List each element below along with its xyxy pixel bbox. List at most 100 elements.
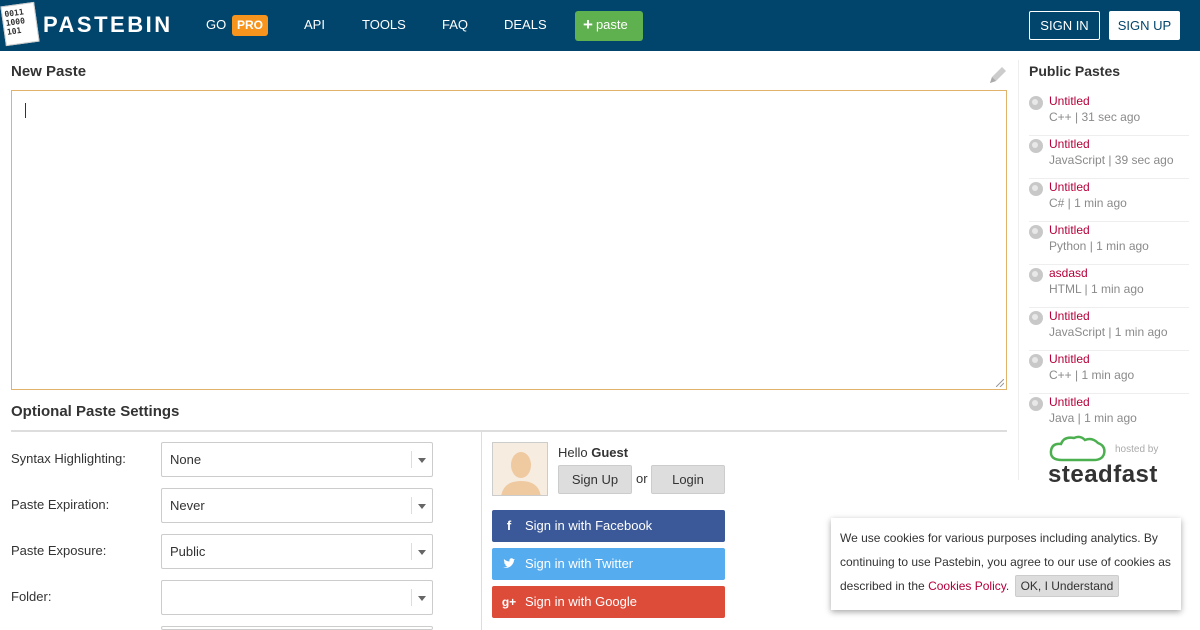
public-paste-meta: C++ | 31 sec ago <box>1049 110 1141 124</box>
public-paste-title[interactable]: Untitled <box>1049 352 1090 366</box>
globe-icon <box>1029 397 1043 411</box>
steadfast-cloud-icon[interactable] <box>1048 434 1108 464</box>
globe-icon <box>1029 268 1043 282</box>
guest-name: Guest <box>591 445 629 460</box>
public-paste-meta: JavaScript | 1 min ago <box>1049 325 1168 339</box>
public-paste-title[interactable]: Untitled <box>1049 223 1090 237</box>
globe-icon <box>1029 225 1043 239</box>
hosted-by-text: hosted by <box>1115 444 1159 455</box>
nav-tools[interactable]: TOOLS <box>362 17 406 32</box>
cookie-ok-button[interactable]: OK, I Understand <box>1014 575 1120 597</box>
select-separator <box>411 543 412 560</box>
cookie-text-end: . <box>1005 579 1010 593</box>
or-text: or <box>636 471 648 486</box>
nav-api[interactable]: API <box>304 17 325 32</box>
public-paste-title[interactable]: Untitled <box>1049 309 1090 323</box>
cookie-notice: We use cookies for various purposes incl… <box>831 518 1181 610</box>
public-paste-meta: C++ | 1 min ago <box>1049 368 1135 382</box>
pastebin-logo-text[interactable]: PASTEBIN <box>43 12 173 38</box>
new-paste-button[interactable]: + paste <box>575 11 643 41</box>
hello-text: Hello <box>558 445 588 460</box>
syntax-select[interactable]: None <box>161 442 433 477</box>
public-paste-meta: Java | 1 min ago <box>1049 411 1137 425</box>
guest-avatar <box>492 442 548 496</box>
optional-settings-title: Optional Paste Settings <box>11 403 180 420</box>
expiration-label: Paste Expiration: <box>11 497 110 512</box>
sidebar-divider <box>1018 60 1019 480</box>
public-paste-meta: HTML | 1 min ago <box>1049 282 1144 296</box>
new-paste-title: New Paste <box>11 63 87 80</box>
exposure-select[interactable]: Public <box>161 534 433 569</box>
google-plus-icon: g+ <box>501 595 517 609</box>
twitter-icon <box>503 558 515 568</box>
folder-select[interactable] <box>161 580 433 615</box>
google-label: Sign in with Google <box>525 594 638 609</box>
plus-icon: + <box>583 15 593 34</box>
public-paste-title[interactable]: Untitled <box>1049 94 1090 108</box>
exposure-label: Paste Exposure: <box>11 543 107 558</box>
public-paste-title[interactable]: Untitled <box>1049 137 1090 151</box>
cookies-policy-link[interactable]: Cookies Policy <box>928 579 1006 593</box>
chevron-down-icon <box>418 504 426 509</box>
pastebin-logo-icon[interactable]: 0011 1000 101 <box>0 1 40 47</box>
public-paste-meta: JavaScript | 39 sec ago <box>1049 153 1174 167</box>
guest-login-button[interactable]: Login <box>651 465 725 494</box>
expiration-select-value: Never <box>170 498 205 513</box>
next-setting-select[interactable] <box>161 626 433 630</box>
public-paste-item[interactable]: Untitled Java | 1 min ago <box>1029 394 1189 437</box>
exposure-select-value: Public <box>170 544 206 559</box>
chevron-down-icon <box>418 458 426 463</box>
nav-pro-badge[interactable]: PRO <box>232 15 268 36</box>
globe-icon <box>1029 96 1043 110</box>
public-paste-meta: Python | 1 min ago <box>1049 239 1149 253</box>
public-paste-title[interactable]: Untitled <box>1049 180 1090 194</box>
new-paste-label: paste <box>595 17 628 32</box>
globe-icon <box>1029 354 1043 368</box>
paste-textarea[interactable] <box>11 90 1007 390</box>
resize-handle-icon[interactable] <box>996 379 1004 387</box>
guest-sign-up-button[interactable]: Sign Up <box>558 465 632 494</box>
public-paste-item[interactable]: Untitled C# | 1 min ago <box>1029 179 1189 222</box>
public-paste-meta: C# | 1 min ago <box>1049 196 1127 210</box>
user-silhouette-icon <box>493 443 547 495</box>
facebook-label: Sign in with Facebook <box>525 518 653 533</box>
sign-up-button[interactable]: SIGN UP <box>1109 11 1180 40</box>
public-pastes-title: Public Pastes <box>1029 63 1121 79</box>
sign-in-button[interactable]: SIGN IN <box>1029 11 1100 40</box>
public-paste-item[interactable]: asdasd HTML | 1 min ago <box>1029 265 1189 308</box>
public-paste-title[interactable]: asdasd <box>1049 266 1088 280</box>
pencil-icon[interactable] <box>987 64 1009 86</box>
select-separator <box>411 589 412 606</box>
top-header: 0011 1000 101 PASTEBIN GO PRO API TOOLS … <box>0 0 1200 51</box>
public-paste-item[interactable]: Untitled C++ | 31 sec ago <box>1029 93 1189 136</box>
twitter-label: Sign in with Twitter <box>525 556 634 571</box>
steadfast-host-name[interactable]: steadfast <box>1048 461 1158 489</box>
facebook-icon: f <box>506 518 512 533</box>
settings-divider <box>11 430 1007 432</box>
guest-greeting: Hello Guest <box>558 445 628 460</box>
syntax-select-value: None <box>170 452 202 467</box>
folder-label: Folder: <box>11 589 52 604</box>
public-paste-item[interactable]: Untitled JavaScript | 1 min ago <box>1029 308 1189 351</box>
select-separator <box>411 497 412 514</box>
public-paste-item[interactable]: Untitled Python | 1 min ago <box>1029 222 1189 265</box>
text-caret <box>25 103 26 118</box>
globe-icon <box>1029 311 1043 325</box>
nav-go[interactable]: GO <box>206 17 226 32</box>
globe-icon <box>1029 139 1043 153</box>
sign-in-facebook-button[interactable]: f Sign in with Facebook <box>492 510 725 542</box>
chevron-down-icon <box>418 550 426 555</box>
chevron-down-icon <box>418 596 426 601</box>
nav-faq[interactable]: FAQ <box>442 17 468 32</box>
public-paste-title[interactable]: Untitled <box>1049 395 1090 409</box>
settings-vertical-divider <box>481 432 482 630</box>
expiration-select[interactable]: Never <box>161 488 433 523</box>
syntax-label: Syntax Highlighting: <box>11 451 126 466</box>
sign-in-twitter-button[interactable]: Sign in with Twitter <box>492 548 725 580</box>
public-paste-item[interactable]: Untitled C++ | 1 min ago <box>1029 351 1189 394</box>
public-paste-item[interactable]: Untitled JavaScript | 39 sec ago <box>1029 136 1189 179</box>
nav-deals[interactable]: DEALS <box>504 17 547 32</box>
globe-icon <box>1029 182 1043 196</box>
sign-in-google-button[interactable]: g+ Sign in with Google <box>492 586 725 618</box>
select-separator <box>411 451 412 468</box>
